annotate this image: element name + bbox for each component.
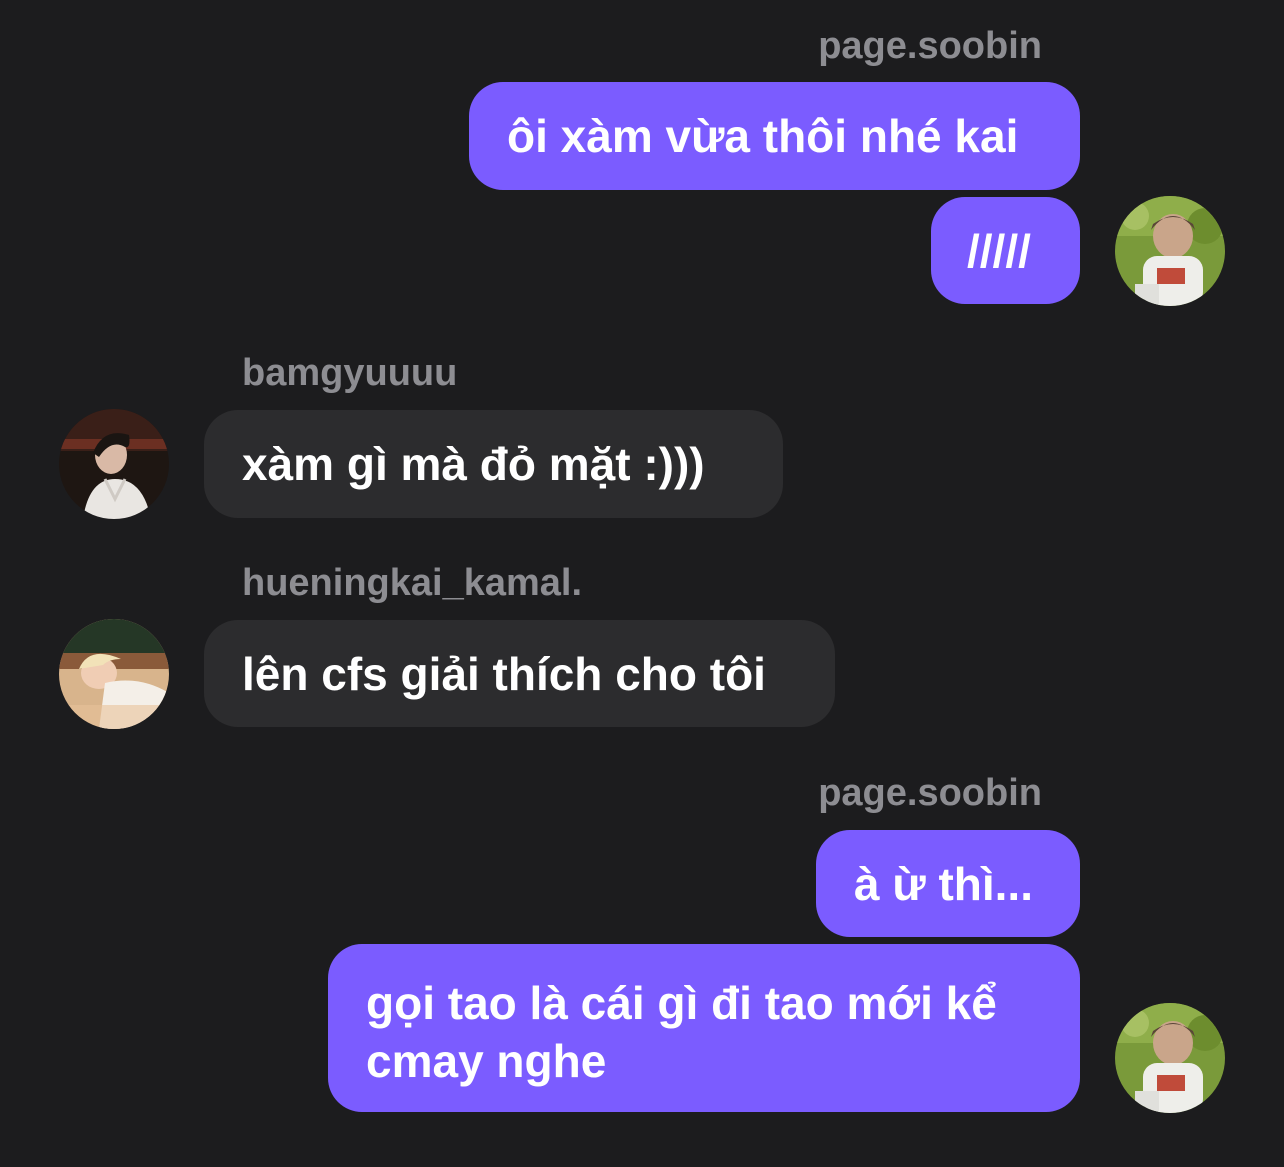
message-bubble-own[interactable]: gọi tao là cái gì đi tao mới kể cmay ngh…	[328, 944, 1080, 1112]
message-text: lên cfs giải thích cho tôi	[242, 647, 766, 700]
sender-name: hueningkai_kamal.	[242, 562, 583, 604]
message-bubble-other[interactable]: lên cfs giải thích cho tôi	[204, 620, 835, 727]
avatar-page-soobin[interactable]	[1115, 196, 1225, 306]
avatar-page-soobin[interactable]	[1115, 1003, 1225, 1113]
message-bubble-own[interactable]: /////	[931, 197, 1080, 304]
sender-name: page.soobin	[818, 772, 1042, 814]
message-text: à ừ thì...	[854, 857, 1033, 910]
message-text: /////	[967, 224, 1031, 277]
message-text: xàm gì mà đỏ mặt :)))	[242, 438, 705, 490]
avatar-hueningkai-kamal[interactable]	[59, 619, 169, 729]
avatar-photo	[1115, 1003, 1225, 1113]
avatar-bamgyuuuu[interactable]	[59, 409, 169, 519]
avatar-photo	[1115, 196, 1225, 306]
sender-name: bamgyuuuu	[242, 352, 458, 394]
avatar-photo	[59, 619, 169, 729]
sender-name: page.soobin	[818, 25, 1042, 67]
message-text: ôi xàm vừa thôi nhé kai	[507, 110, 1019, 162]
message-bubble-other[interactable]: xàm gì mà đỏ mặt :)))	[204, 410, 783, 518]
message-bubble-own[interactable]: ôi xàm vừa thôi nhé kai	[469, 82, 1080, 190]
avatar-photo	[59, 409, 169, 519]
message-text: gọi tao là cái gì đi tao mới kể cmay ngh…	[366, 977, 997, 1087]
message-bubble-own[interactable]: à ừ thì...	[816, 830, 1080, 937]
